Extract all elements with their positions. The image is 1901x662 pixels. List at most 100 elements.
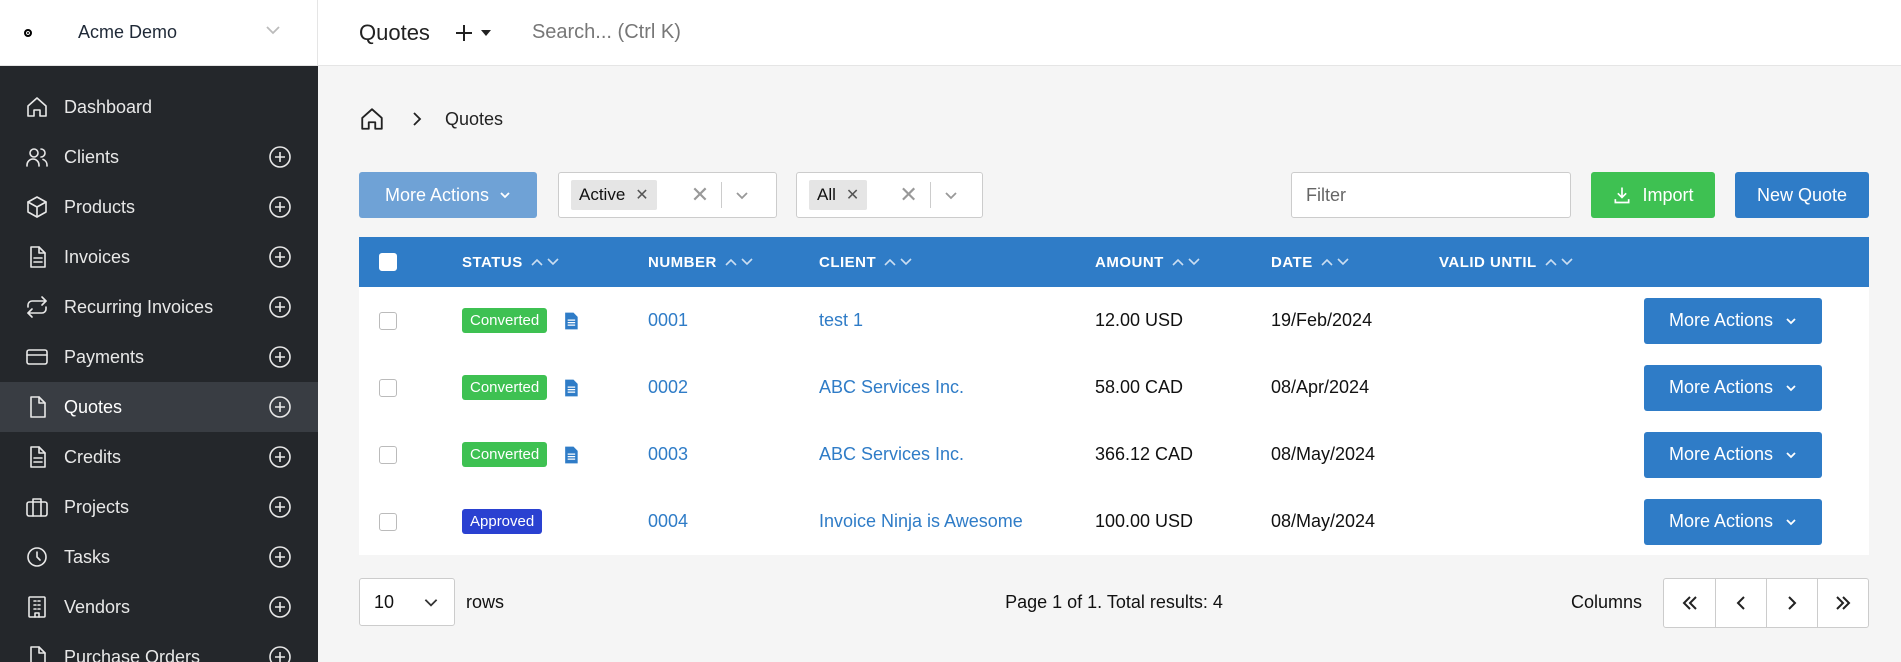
status-filter-select[interactable]: Active ✕ ✕ — [558, 172, 777, 218]
row-more-actions-label: More Actions — [1668, 444, 1774, 464]
chevron-down-icon[interactable] — [943, 187, 959, 203]
amount-cell: 100.00 USD — [1095, 511, 1194, 531]
add-circle-icon[interactable] — [268, 395, 292, 419]
next-page-button[interactable] — [1766, 579, 1817, 627]
sidebar-item-vendors[interactable]: Vendors — [0, 582, 318, 632]
select-all-checkbox[interactable] — [379, 253, 397, 271]
pagination-info: Page 1 of 1. Total results: 4 — [1005, 592, 1223, 612]
sidebar-item-label: Credits — [64, 446, 122, 467]
add-circle-icon[interactable] — [268, 295, 292, 319]
row-more-actions-button[interactable]: More Actions — [1644, 297, 1822, 344]
quote-number-link[interactable]: 0001 — [648, 287, 688, 354]
plus-icon — [455, 24, 472, 41]
client-link[interactable]: ABC Services Inc. — [819, 421, 964, 488]
row-select-cell — [379, 421, 397, 488]
row-more-actions-button[interactable]: More Actions — [1644, 364, 1822, 411]
quote-number-link[interactable]: 0004 — [648, 488, 688, 555]
add-circle-icon[interactable] — [268, 195, 292, 219]
chevron-right-icon — [1788, 596, 1797, 610]
last-page-button[interactable] — [1817, 579, 1868, 627]
clear-icon[interactable]: ✕ — [691, 182, 709, 208]
table-row[interactable]: Converted 0003 ABC Services Inc. 366.12 CAD… — [359, 421, 1869, 488]
breadcrumb: Quotes — [359, 106, 503, 132]
sidebar-item-quotes[interactable]: Quotes — [0, 382, 318, 432]
breadcrumb-current: Quotes — [445, 108, 504, 129]
toolbar: More Actions Active ✕ ✕ All ✕ ✕ Import — [359, 172, 1869, 218]
sidebar-item-clients[interactable]: Clients — [0, 132, 318, 182]
chevron-down-icon[interactable] — [261, 18, 285, 42]
add-circle-icon[interactable] — [268, 495, 292, 519]
add-circle-icon[interactable] — [268, 645, 292, 662]
row-checkbox[interactable] — [379, 445, 397, 464]
briefcase-icon — [24, 494, 50, 520]
quote-number-link[interactable]: 0002 — [648, 354, 688, 421]
col-client[interactable]: CLIENT — [819, 237, 912, 287]
new-quote-label: New Quote — [1756, 184, 1848, 205]
add-circle-icon[interactable] — [268, 595, 292, 619]
sidebar-item-invoices[interactable]: Invoices — [0, 232, 318, 282]
sidebar-nav: Dashboard Clients Products Invoices Recurrin… — [0, 82, 318, 662]
row-more-actions-button[interactable]: More Actions — [1644, 431, 1822, 478]
sidebar-item-recurring-invoices[interactable]: Recurring Invoices — [0, 282, 318, 332]
add-circle-icon[interactable] — [268, 445, 292, 469]
client-link[interactable]: test 1 — [819, 287, 863, 354]
quick-create-button[interactable] — [454, 23, 492, 43]
building-icon — [24, 594, 50, 620]
sidebar-item-credits[interactable]: Credits — [0, 432, 318, 482]
columns-button[interactable]: Columns — [1571, 592, 1642, 613]
client-link[interactable]: ABC Services Inc. — [819, 354, 964, 421]
document-icon[interactable] — [561, 445, 581, 465]
chevron-down-icon[interactable] — [734, 187, 750, 203]
status-cell: Converted — [462, 354, 581, 421]
new-quote-button[interactable]: New Quote — [1735, 172, 1869, 218]
table-row[interactable]: Approved 0004 Invoice Ninja is Awesome 100.… — [359, 488, 1869, 555]
home-icon[interactable] — [359, 106, 385, 132]
col-amount[interactable]: AMOUNT — [1095, 237, 1200, 287]
prev-page-button[interactable] — [1715, 579, 1766, 627]
add-circle-icon[interactable] — [268, 245, 292, 269]
client-link[interactable]: Invoice Ninja is Awesome — [819, 488, 1023, 555]
sidebar-item-label: Payments — [64, 346, 145, 367]
sidebar-item-projects[interactable]: Projects — [0, 482, 318, 532]
search-input[interactable] — [531, 21, 1032, 44]
col-status[interactable]: STATUS — [462, 237, 559, 287]
client-filter-select[interactable]: All ✕ ✕ — [796, 172, 983, 218]
file-icon — [24, 644, 50, 662]
add-circle-icon[interactable] — [268, 145, 292, 169]
first-page-button[interactable] — [1664, 579, 1715, 627]
document-icon[interactable] — [561, 378, 581, 398]
status-badge: Converted — [462, 375, 548, 400]
row-more-actions-button[interactable]: More Actions — [1644, 498, 1822, 545]
add-circle-icon[interactable] — [268, 345, 292, 369]
sidebar-item-dashboard[interactable]: Dashboard — [0, 82, 318, 132]
filter-input[interactable] — [1291, 172, 1571, 218]
col-valid-until[interactable]: VALID UNTIL — [1439, 237, 1573, 287]
add-circle-icon[interactable] — [268, 545, 292, 569]
row-checkbox[interactable] — [379, 311, 397, 330]
col-date[interactable]: DATE — [1271, 237, 1349, 287]
date-cell: 08/Apr/2024 — [1271, 377, 1370, 397]
page-title: Quotes — [359, 19, 430, 45]
table-row[interactable]: Converted 0002 ABC Services Inc. 58.00 CAD 0… — [359, 354, 1869, 421]
row-checkbox[interactable] — [379, 512, 397, 531]
sidebar-item-purchase-orders[interactable]: Purchase Orders — [0, 632, 318, 662]
col-number[interactable]: NUMBER — [648, 237, 753, 287]
document-icon[interactable] — [561, 311, 581, 331]
row-more-actions-label: More Actions — [1668, 310, 1774, 330]
company-name: Acme Demo — [78, 22, 178, 42]
chevron-right-icon — [413, 112, 422, 126]
sidebar-item-products[interactable]: Products — [0, 182, 318, 232]
remove-chip-icon[interactable]: ✕ — [635, 185, 648, 205]
more-actions-button[interactable]: More Actions — [359, 172, 537, 218]
remove-chip-icon[interactable]: ✕ — [846, 185, 859, 205]
company-switcher[interactable]: Acme Demo — [0, 0, 318, 66]
sidebar-item-tasks[interactable]: Tasks — [0, 532, 318, 582]
table-row[interactable]: Converted 0001 test 1 12.00 USD 19/Feb/2024 M… — [359, 287, 1869, 354]
row-checkbox[interactable] — [379, 378, 397, 397]
sidebar-item-label: Tasks — [64, 546, 111, 567]
import-button[interactable]: Import — [1591, 172, 1715, 218]
clear-icon[interactable]: ✕ — [899, 182, 917, 208]
quote-number-link[interactable]: 0003 — [648, 421, 688, 488]
sidebar-item-payments[interactable]: Payments — [0, 332, 318, 382]
import-label: Import — [1642, 184, 1694, 205]
